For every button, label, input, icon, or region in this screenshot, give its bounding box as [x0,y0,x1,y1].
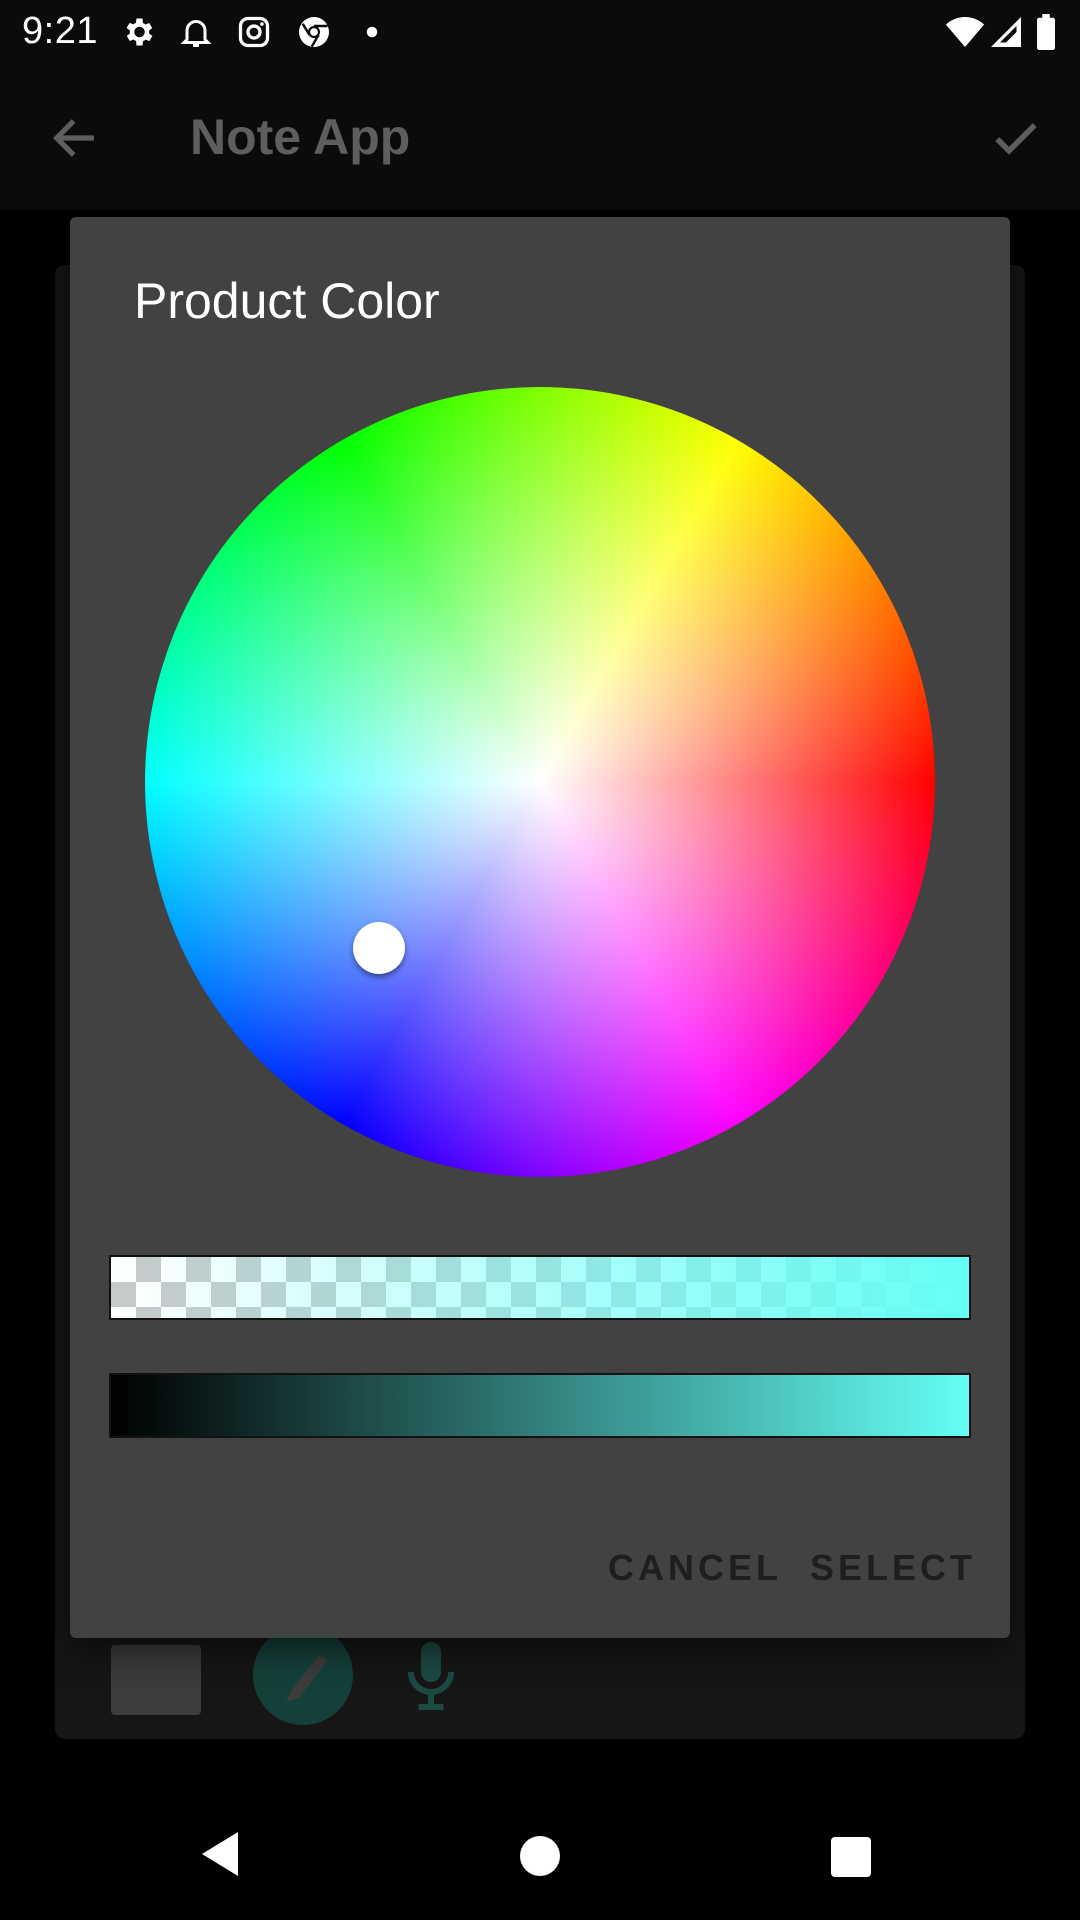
battery-icon [1030,12,1062,52]
color-wheel[interactable] [145,387,935,1177]
signal-icon [986,12,1026,52]
app-bar: Note App [0,64,1080,210]
status-time: 9:21 [22,10,98,52]
color-picker-dialog: Product Color CANCEL SELECT [70,217,1010,1638]
nav-back-icon [202,1832,238,1876]
lightness-slider[interactable] [109,1373,971,1438]
arrow-back-icon [52,119,94,157]
navigation-bar [0,1790,1080,1920]
dialog-title: Product Color [134,273,440,329]
gear-icon [118,12,158,52]
dot-icon [352,12,392,52]
wifi-icon [942,12,988,52]
nav-recents-button[interactable] [831,1837,871,1877]
pen-icon [253,1625,353,1725]
cancel-button[interactable]: CANCEL [608,1547,782,1589]
nav-back-button[interactable] [200,1830,240,1883]
image-icon [111,1645,201,1715]
back-button[interactable] [40,104,108,172]
app-title: Note App [190,109,411,165]
color-wheel-handle[interactable] [353,922,405,974]
chrome-icon [294,12,334,52]
confirm-button[interactable] [982,104,1050,172]
instagram-icon [234,12,274,52]
alpha-slider[interactable] [109,1255,971,1320]
notification-bell-icon [176,12,216,52]
nav-home-button[interactable] [520,1836,560,1876]
check-icon [995,123,1037,155]
select-button[interactable]: SELECT [810,1547,976,1589]
status-bar: 9:21 [0,0,1080,64]
microphone-icon [401,1637,461,1717]
